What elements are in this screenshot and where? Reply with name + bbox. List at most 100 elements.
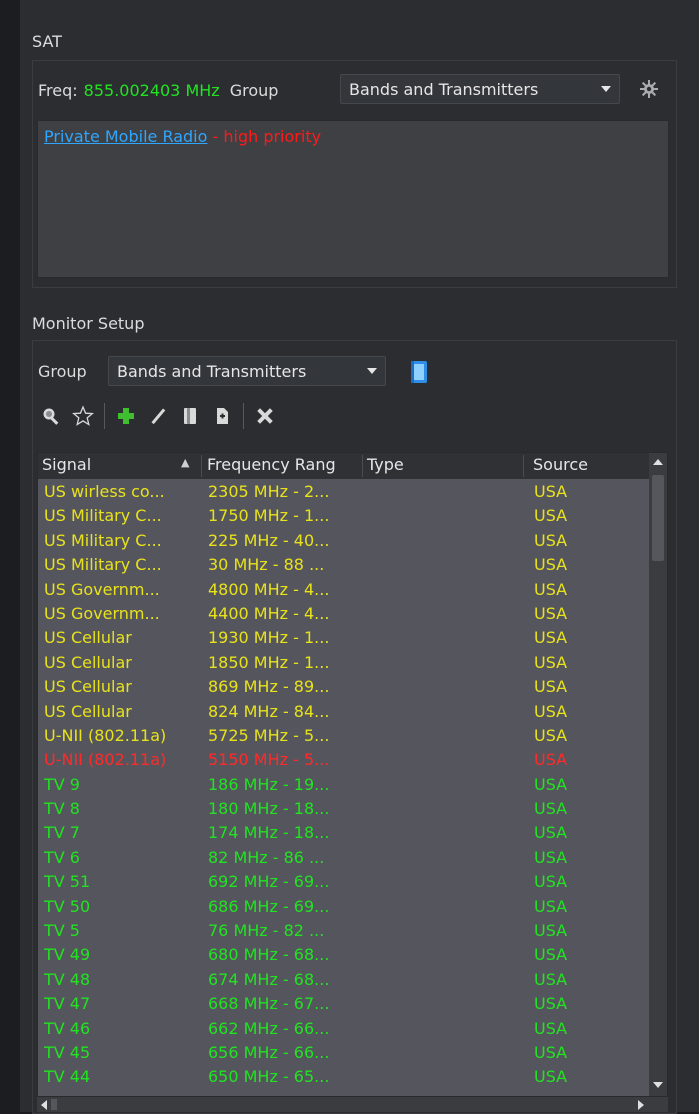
horizontal-scrollbar[interactable] (37, 1097, 668, 1112)
cell-frequency: 680 MHz - 68... (208, 945, 330, 965)
freq-value: 855.002403 MHz (83, 80, 220, 100)
table-row[interactable]: TV 46 662 MHz - 66... USA (38, 1017, 649, 1041)
table-row[interactable]: US Cellular 824 MHz - 84... USA (38, 700, 649, 724)
sat-group-value: Bands and Transmitters (349, 79, 539, 99)
column-header-frequency[interactable]: Frequency Rang (203, 455, 363, 477)
cell-frequency: 1850 MHz - 1... (208, 652, 330, 672)
edit-icon[interactable] (147, 405, 169, 427)
sat-section-title: SAT (32, 32, 62, 51)
cell-frequency: 668 MHz - 67... (208, 994, 330, 1014)
gear-icon[interactable] (638, 78, 660, 100)
table-row[interactable]: US Military C... 1750 MHz - 1... USA (38, 504, 649, 528)
vertical-scrollbar[interactable] (649, 453, 667, 1096)
cell-signal: US Cellular (44, 652, 132, 672)
cell-source: USA (534, 945, 568, 965)
cell-source: USA (534, 921, 568, 941)
table-row[interactable]: US Governm... 4400 MHz - 4... USA (38, 602, 649, 626)
table-row[interactable]: TV 5 76 MHz - 82 ... USA (38, 919, 649, 943)
vertical-scroll-thumb[interactable] (652, 475, 664, 561)
table-row[interactable]: U-NII (802.11a) 5150 MHz - 5... USA (38, 748, 649, 772)
chevron-down-icon (367, 368, 377, 374)
table-row[interactable]: TV 47 668 MHz - 67... USA (38, 992, 649, 1016)
cell-signal: TV 9 (44, 774, 80, 794)
cell-frequency: 30 MHz - 88 ... (208, 555, 325, 575)
table-row[interactable]: U-NII (802.11a) 5725 MHz - 5... USA (38, 724, 649, 748)
column-header-source[interactable]: Source (525, 455, 649, 477)
scroll-down-icon[interactable] (653, 1082, 663, 1088)
delete-icon[interactable] (254, 405, 276, 427)
column-header-signal[interactable]: Signal ▲ (38, 455, 202, 477)
freq-label: Freq: (38, 80, 78, 100)
cell-signal: TV 47 (44, 994, 91, 1014)
cell-frequency: 824 MHz - 84... (208, 701, 330, 721)
cell-frequency: 180 MHz - 18... (208, 799, 330, 819)
table-row[interactable]: US Military C... 30 MHz - 88 ... USA (38, 553, 649, 577)
cell-signal: US Military C... (44, 555, 162, 575)
table-row[interactable]: TV 48 674 MHz - 68... USA (38, 968, 649, 992)
search-icon[interactable] (40, 405, 62, 427)
table-row[interactable]: TV 9 186 MHz - 19... USA (38, 773, 649, 797)
cell-signal: U-NII (802.11a) (44, 725, 167, 745)
cell-signal: TV 5 (44, 921, 80, 941)
cell-source: USA (534, 506, 568, 526)
cell-source: USA (534, 555, 568, 575)
cell-source: USA (534, 872, 568, 892)
cell-source: USA (534, 603, 568, 623)
table-row[interactable]: US Cellular 1930 MHz - 1... USA (38, 626, 649, 650)
table-row[interactable]: US wirless co... 2305 MHz - 2... USA (38, 480, 649, 504)
monitor-group-value: Bands and Transmitters (117, 361, 307, 381)
table-row[interactable]: US Governm... 4800 MHz - 4... USA (38, 578, 649, 602)
table-row[interactable]: TV 7 174 MHz - 18... USA (38, 821, 649, 845)
scroll-up-icon[interactable] (653, 459, 663, 465)
cell-source: USA (534, 652, 568, 672)
monitor-group-select[interactable]: Bands and Transmitters (108, 356, 386, 386)
duplicate-icon[interactable] (179, 405, 201, 427)
toolbar-separator (243, 403, 244, 429)
scroll-left-icon[interactable] (41, 1100, 47, 1110)
cell-frequency: 174 MHz - 18... (208, 823, 330, 843)
cell-signal: TV 8 (44, 799, 80, 819)
freq-row: Freq: 855.002403 MHz Group (38, 78, 278, 102)
cell-frequency: 76 MHz - 82 ... (208, 921, 325, 941)
table-row[interactable]: US Cellular 869 MHz - 89... USA (38, 675, 649, 699)
cell-signal: TV 44 (44, 1067, 91, 1087)
cell-signal: TV 50 (44, 896, 91, 916)
cell-frequency: 869 MHz - 89... (208, 677, 330, 697)
table-row[interactable]: TV 50 686 MHz - 69... USA (38, 895, 649, 919)
cell-frequency: 674 MHz - 68... (208, 969, 330, 989)
column-header-type[interactable]: Type (364, 455, 524, 477)
signal-info-link[interactable]: Private Mobile Radio (44, 127, 207, 146)
cell-frequency: 82 MHz - 86 ... (208, 847, 325, 867)
scroll-right-icon[interactable] (638, 1100, 644, 1110)
add-icon[interactable] (115, 405, 137, 427)
cell-source: USA (534, 969, 568, 989)
book-icon[interactable] (408, 360, 430, 384)
table-row[interactable]: TV 6 82 MHz - 86 ... USA (38, 846, 649, 870)
table-row[interactable]: US Cellular 1850 MHz - 1... USA (38, 651, 649, 675)
export-icon[interactable] (211, 405, 233, 427)
cell-signal: US Cellular (44, 677, 132, 697)
signal-priority-text: - high priority (207, 127, 322, 146)
cell-frequency: 4400 MHz - 4... (208, 603, 330, 623)
cell-frequency: 5150 MHz - 5... (208, 750, 330, 770)
cell-frequency: 692 MHz - 69... (208, 872, 330, 892)
cell-frequency: 5725 MHz - 5... (208, 725, 330, 745)
cell-source: USA (534, 1018, 568, 1038)
cell-frequency: 4800 MHz - 4... (208, 579, 330, 599)
monitor-group-label: Group (38, 362, 87, 381)
table-row[interactable]: TV 8 180 MHz - 18... USA (38, 797, 649, 821)
table-row[interactable]: TV 49 680 MHz - 68... USA (38, 943, 649, 967)
table-row[interactable]: TV 45 656 MHz - 66... USA (38, 1041, 649, 1065)
table-row[interactable]: US Military C... 225 MHz - 40... USA (38, 529, 649, 553)
star-icon[interactable] (72, 405, 94, 427)
sat-group-select[interactable]: Bands and Transmitters (340, 74, 620, 104)
cell-signal: TV 6 (44, 847, 80, 867)
cell-source: USA (534, 628, 568, 648)
table-row[interactable]: TV 44 650 MHz - 65... USA (38, 1065, 649, 1089)
cell-signal: US Military C... (44, 530, 162, 550)
cell-signal: TV 7 (44, 823, 80, 843)
table-row[interactable]: TV 51 692 MHz - 69... USA (38, 870, 649, 894)
horizontal-scroll-thumb[interactable] (51, 1099, 57, 1110)
table-body: US wirless co... 2305 MHz - 2... USA US Mil… (38, 480, 649, 1090)
signal-info-area: Private Mobile Radio - high priority (37, 120, 669, 278)
